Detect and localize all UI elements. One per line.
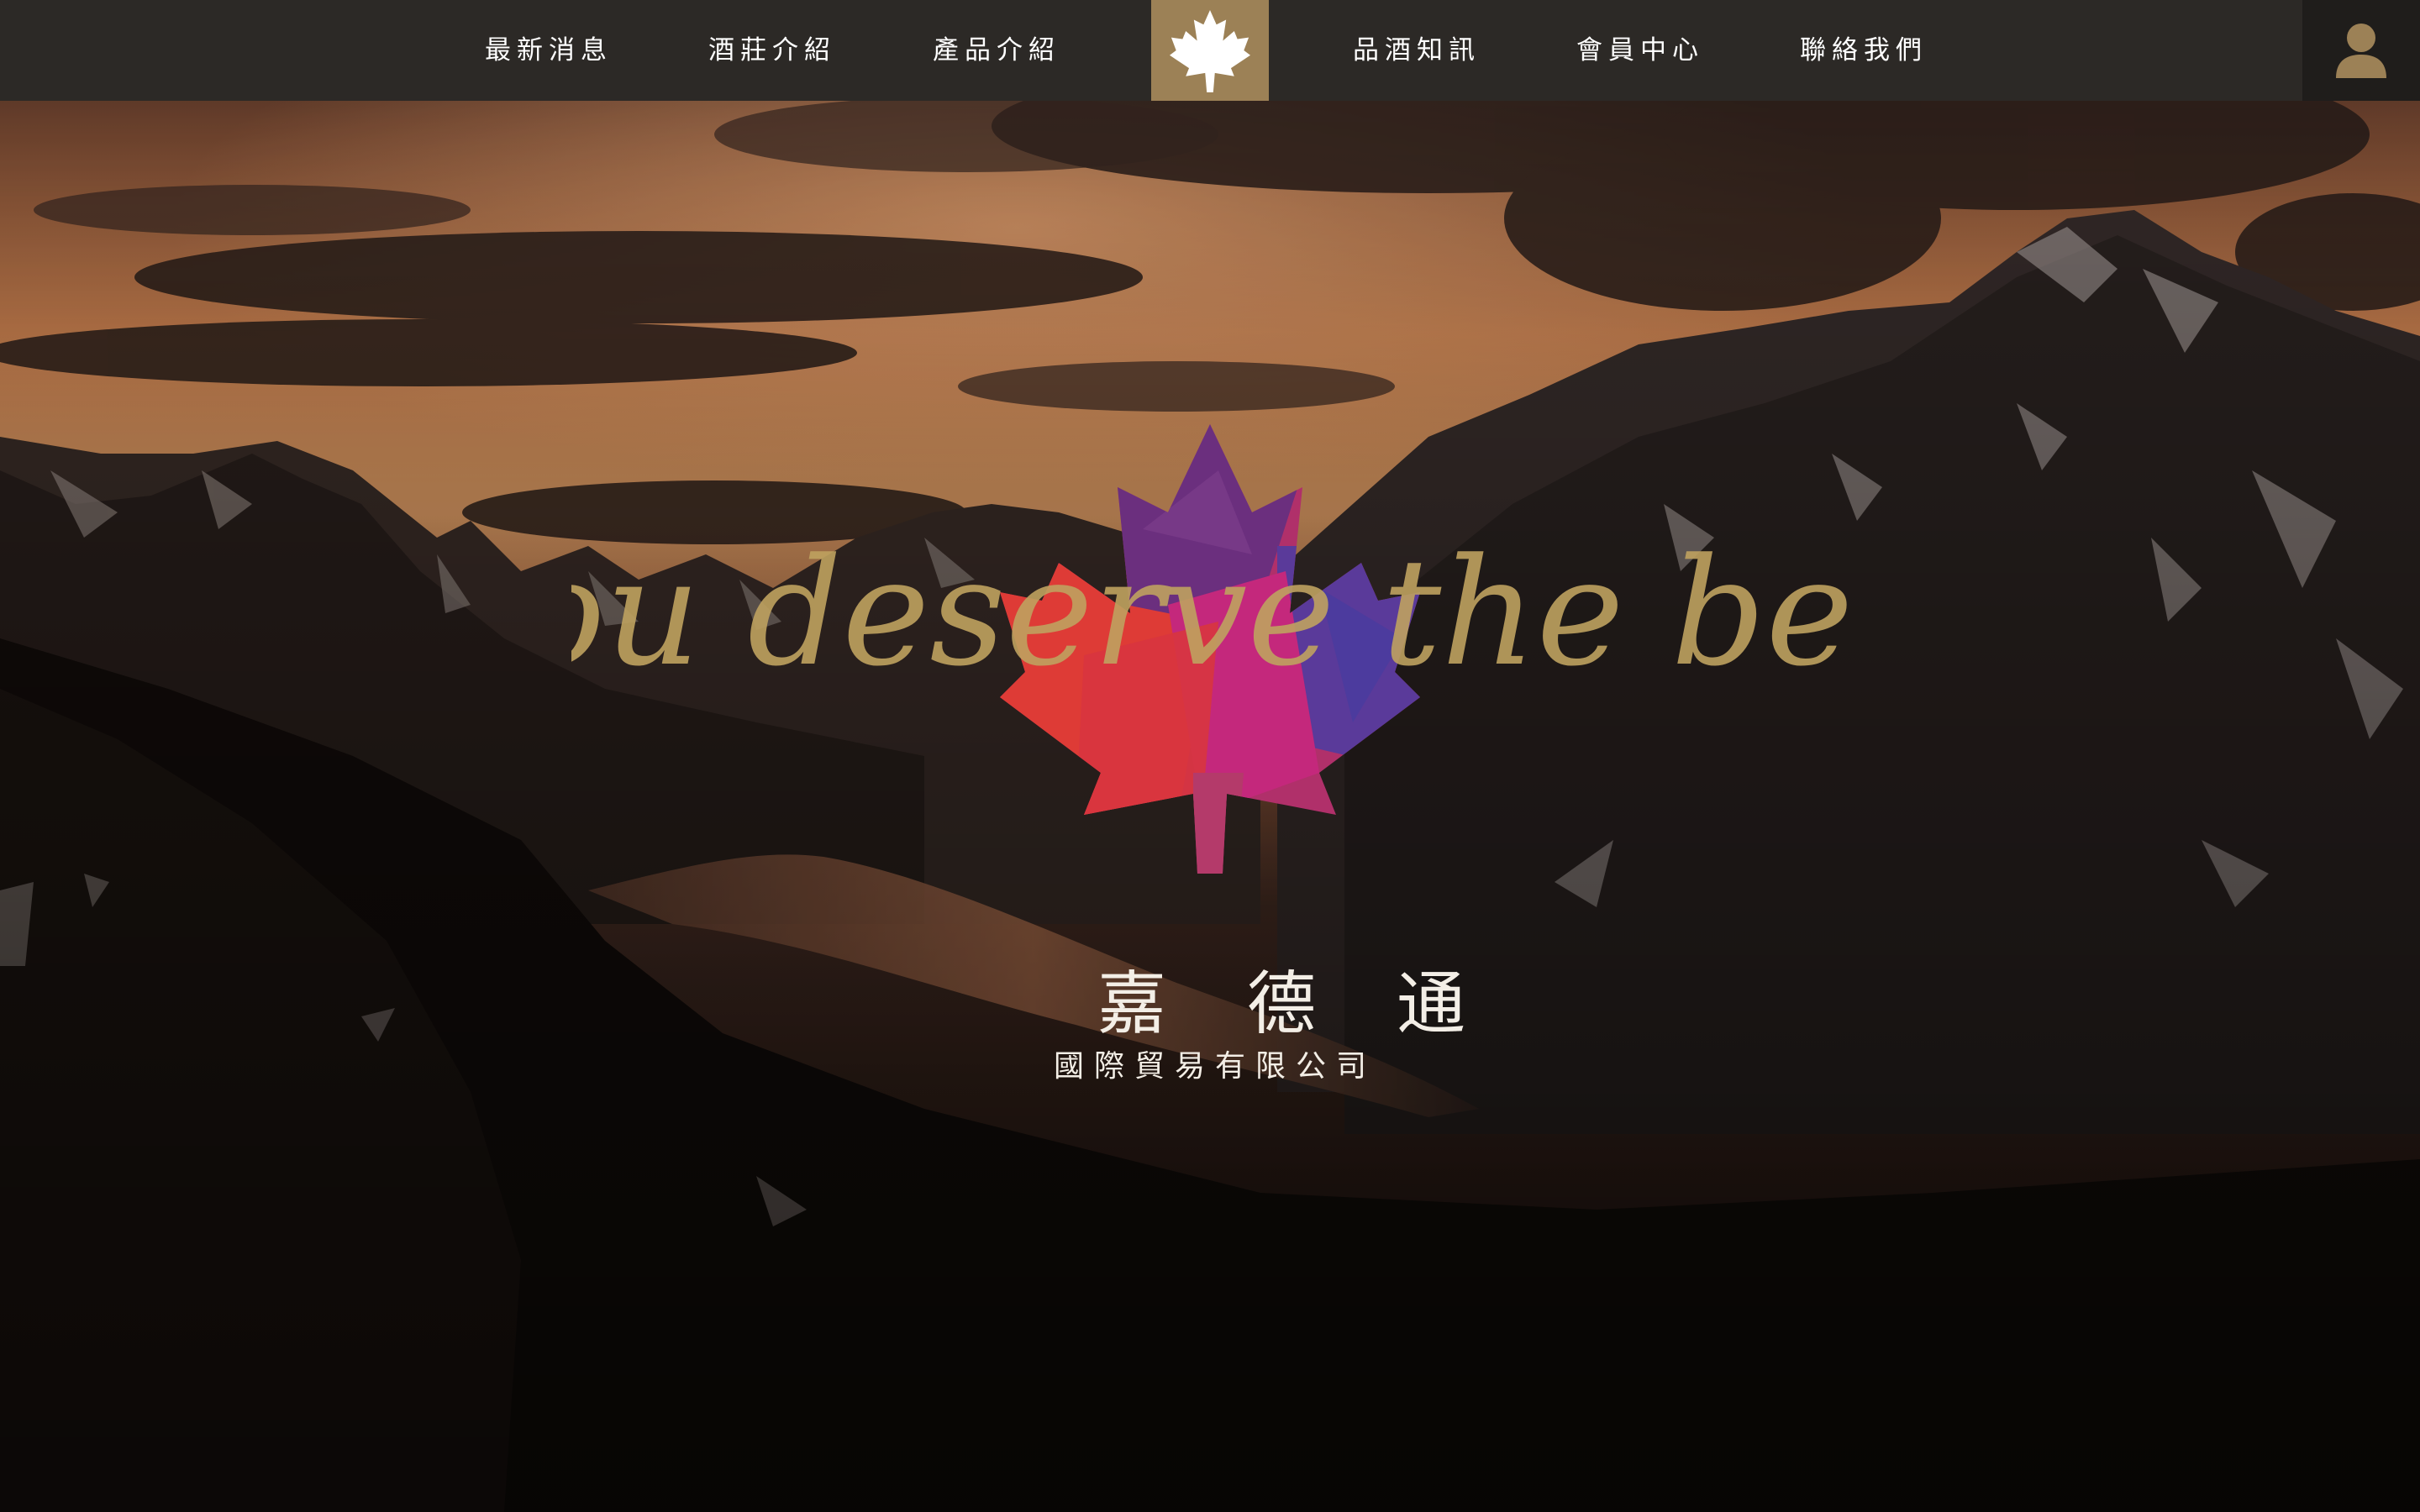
- nav-member-center[interactable]: 會員中心: [1576, 0, 1704, 101]
- nav-latest-news[interactable]: 最新消息: [485, 0, 613, 101]
- nav-wine-knowledge[interactable]: 品酒知訊: [1353, 0, 1481, 101]
- user-account-button[interactable]: [2302, 0, 2420, 101]
- user-icon: [2336, 24, 2386, 78]
- home-logo-button[interactable]: [1151, 0, 1269, 101]
- hero-tagline: You deserve the best: [431, 470, 1988, 739]
- maple-leaf-icon: [1170, 10, 1250, 92]
- company-name: 嘉德通: [1097, 964, 1547, 1044]
- nav-winery-intro[interactable]: 酒莊介紹: [708, 0, 836, 101]
- tagline-text: You deserve the best: [571, 527, 1849, 699]
- nav-product-intro[interactable]: 產品介紹: [933, 0, 1060, 101]
- top-navbar: 最新消息 酒莊介紹 產品介紹 品酒知訊 會員中心 聯絡我們: [0, 0, 2420, 101]
- nav-contact-us[interactable]: 聯絡我們: [1800, 0, 1928, 101]
- home-page: 最新消息 酒莊介紹 產品介紹 品酒知訊 會員中心 聯絡我們 u deserve …: [0, 0, 2420, 1512]
- company-subtitle: 國際貿易有限公司: [1053, 1049, 1376, 1084]
